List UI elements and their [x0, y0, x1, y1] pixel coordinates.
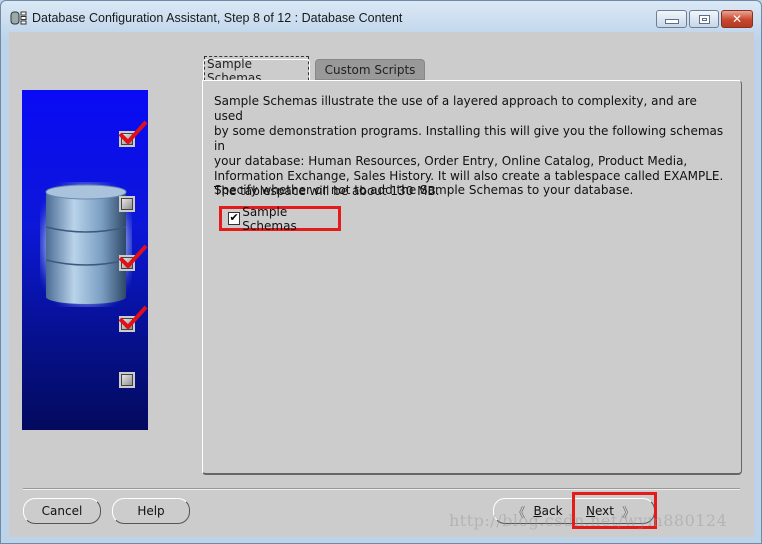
step-1-checkmark-icon: [118, 120, 148, 144]
maximize-icon: [698, 14, 710, 24]
minimize-button[interactable]: [656, 10, 687, 28]
window-title: Database Configuration Assistant, Step 8…: [32, 11, 403, 25]
next-mnemonic: N: [586, 504, 595, 518]
step-4-checkmark-icon: [118, 305, 148, 329]
close-button[interactable]: ✕: [721, 10, 753, 28]
instruction-text: Specify whether or not to add the Sample…: [214, 183, 634, 197]
wizard-progress-image: [22, 90, 148, 430]
next-label: Next: [586, 504, 614, 518]
back-label: Back: [533, 504, 562, 518]
description-line: your database: Human Resources, Order En…: [214, 154, 688, 168]
maximize-button[interactable]: [689, 10, 719, 28]
minimize-icon: [664, 19, 679, 24]
description-line: Sample Schemas illustrate the use of a l…: [214, 94, 697, 123]
button-separator: [23, 488, 740, 490]
description-line: Information Exchange, Sales History. It …: [214, 169, 724, 183]
step-2-checkbox-icon: [119, 196, 135, 212]
step-3-checkmark-icon: [118, 244, 148, 268]
navigation-buttons: 《 Back Next 》: [493, 498, 655, 524]
sample-schemas-checkbox[interactable]: ✔: [228, 212, 241, 225]
step-5-checkbox-icon: [119, 372, 135, 388]
next-button[interactable]: Next 》: [574, 498, 655, 524]
sample-schemas-panel: Sample Schemas illustrate the use of a l…: [202, 80, 742, 475]
cancel-label: Cancel: [41, 504, 83, 518]
help-button[interactable]: Help: [112, 498, 190, 524]
tab-custom-scripts[interactable]: Custom Scripts: [315, 59, 425, 80]
sample-schemas-checkbox-highlight: ✔ Sample Schemas: [219, 205, 341, 233]
help-label: Help: [137, 504, 165, 518]
next-label-rest: ext: [594, 504, 614, 518]
back-mnemonic: B: [533, 504, 542, 518]
database-app-icon: [10, 11, 27, 25]
tab-label: Custom Scripts: [324, 62, 416, 77]
back-arrow-icon: 《: [512, 505, 526, 521]
description-line: by some demonstration programs. Installi…: [214, 124, 724, 153]
next-arrow-icon: 》: [621, 505, 635, 521]
close-icon: ✕: [731, 12, 743, 26]
wizard-client-area: Sample Schemas Custom Scripts Sample Sch…: [9, 32, 754, 537]
title-bar[interactable]: Database Configuration Assistant, Step 8…: [1, 1, 761, 31]
back-label-rest: ack: [541, 504, 563, 518]
tab-sample-schemas[interactable]: Sample Schemas: [203, 56, 310, 86]
cancel-button[interactable]: Cancel: [23, 498, 101, 524]
dbca-window: Database Configuration Assistant, Step 8…: [0, 0, 762, 544]
back-button[interactable]: 《 Back: [493, 498, 574, 524]
sample-schemas-checkbox-label[interactable]: Sample Schemas: [242, 205, 338, 233]
